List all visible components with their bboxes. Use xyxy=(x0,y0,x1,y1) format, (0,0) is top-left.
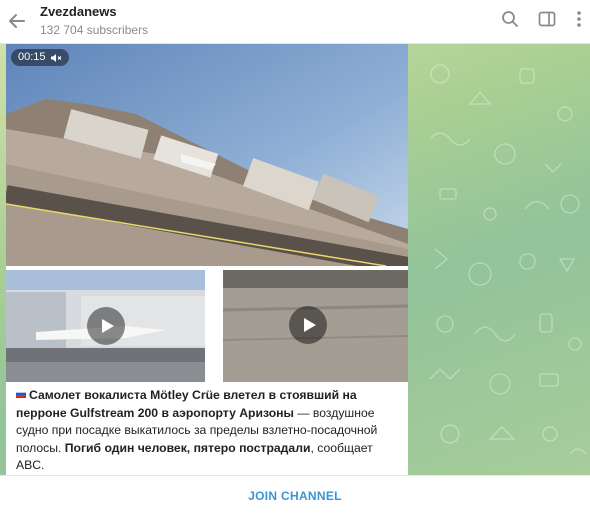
video-thumbnail-airport xyxy=(6,44,408,266)
sidebar-toggle-icon[interactable] xyxy=(537,9,557,29)
join-channel-button[interactable]: JOIN CHANNEL xyxy=(0,476,590,516)
main-video[interactable]: 00:15 xyxy=(6,44,408,266)
russian-flag-icon xyxy=(16,390,26,398)
arrow-left-icon[interactable] xyxy=(6,10,28,32)
video-duration: 00:15 xyxy=(18,51,46,63)
video-thumbnail-2[interactable] xyxy=(223,270,408,382)
channel-name: Zvezdanews xyxy=(40,4,117,19)
more-vertical-icon[interactable] xyxy=(569,9,589,29)
channel-post: 00:15 Самолет вокалиста Mötley Crüe влет… xyxy=(6,44,408,475)
video-duration-badge: 00:15 xyxy=(11,49,69,66)
play-icon xyxy=(304,318,316,332)
footer-bar: JOIN CHANNEL xyxy=(0,475,590,516)
post-caption: Самолет вокалиста Mötley Crüe влетел в с… xyxy=(16,387,400,475)
muted-speaker-icon[interactable] xyxy=(50,53,62,63)
play-icon xyxy=(102,319,114,333)
search-icon[interactable] xyxy=(500,9,520,29)
play-button[interactable] xyxy=(289,306,327,344)
play-button[interactable] xyxy=(87,307,125,345)
chat-header: Zvezdanews 132 704 subscribers xyxy=(0,0,590,44)
subscriber-count: 132 704 subscribers xyxy=(40,23,149,37)
channel-info[interactable]: Zvezdanews 132 704 subscribers xyxy=(40,4,148,38)
video-thumbnail-1[interactable] xyxy=(6,270,205,382)
caption-casualties: Погиб один человек, пятеро пострадали xyxy=(64,440,311,455)
